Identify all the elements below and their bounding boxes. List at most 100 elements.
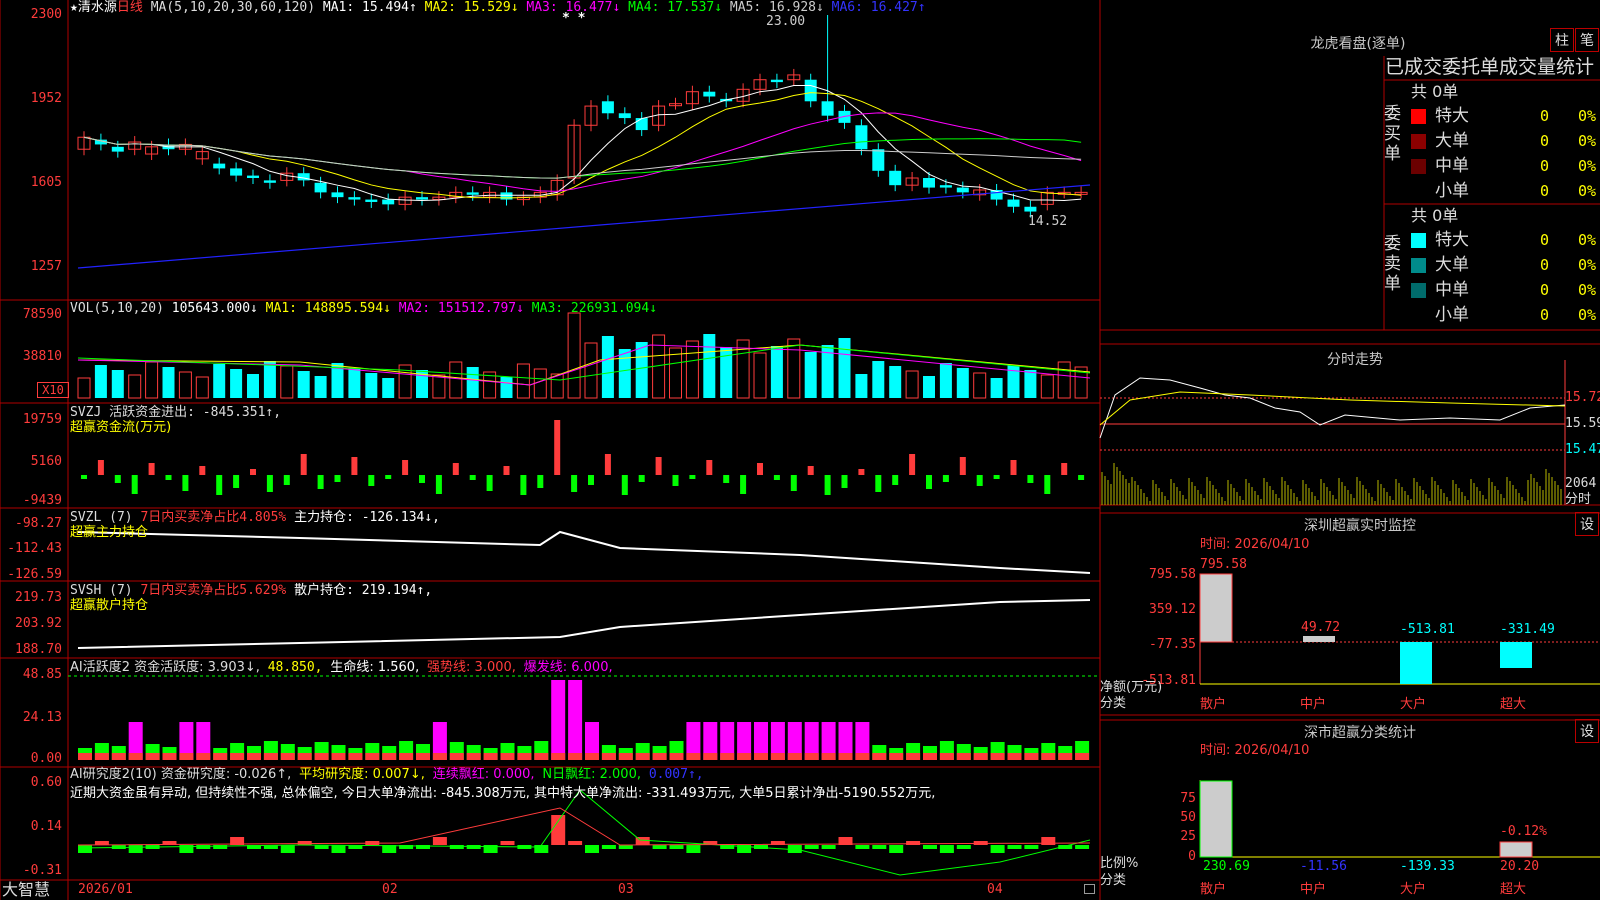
ai-act-header: AI活跃度2 资金活跃度: 3.903↓, 48.850, 生命线: 1.560…: [70, 661, 613, 675]
vol-bar: [466, 367, 479, 398]
buy-swatch-3: [1411, 184, 1426, 199]
candle-down: [601, 101, 614, 114]
fenshi-tick-0: 15.72: [1565, 390, 1600, 405]
vol-unit[interactable]: X10: [37, 382, 69, 398]
lock-icon[interactable]: [1084, 884, 1095, 894]
ai-res-bar: [1007, 845, 1022, 849]
candle-down: [923, 177, 935, 188]
sz-monitor-bar-2: [1400, 642, 1432, 684]
svzj-bar: [402, 460, 409, 475]
svzj-sub: 超赢资金流(万元): [70, 420, 172, 435]
vol-bar: [584, 342, 598, 399]
ai-res-bar: [280, 845, 295, 853]
sz-stats-val-3: 20.20: [1500, 859, 1540, 874]
fenshi-vol-label: 分时: [1565, 492, 1592, 507]
order-mode-button[interactable]: 笔: [1575, 28, 1599, 52]
ai-act-base: [145, 753, 160, 760]
kline-chart[interactable]: [0, 0, 1600, 900]
ai-act-base: [770, 753, 785, 760]
vol-bar: [382, 378, 395, 398]
vol-tick-0: 78590: [22, 307, 62, 322]
svzl-label-b: 7日内买卖净占比4.805%: [140, 510, 287, 525]
svzl-label-c: 主力持仓: -126.134↓,: [294, 510, 440, 525]
bar-mode-button[interactable]: 柱: [1550, 28, 1574, 52]
sell-row-value-3: 0: [1540, 306, 1550, 324]
period-label: 日线: [116, 0, 143, 15]
sz-stats-tick-0: 75: [1180, 791, 1196, 806]
sz-stats-val-2: -139.33: [1400, 859, 1455, 874]
sell-count: 共 0单: [1411, 206, 1459, 225]
ai-res-bar: [990, 845, 1005, 853]
high-marker: 23.00: [766, 14, 806, 29]
svzj-bar: [469, 475, 476, 480]
svzj-bar: [368, 475, 375, 486]
ai-act-base: [973, 753, 988, 760]
ai-act-base: [399, 753, 414, 760]
svzj-bar: [926, 475, 932, 489]
candle-down: [365, 199, 378, 202]
ai-res-header: AI研究度2(10) 资金研究度: -0.026↑, 平均研究度: 0.007↓…: [70, 768, 704, 782]
sz-monitor-val-3: -331.49: [1500, 622, 1555, 637]
stock-name: 清水源: [77, 0, 117, 15]
svsh-tick-0: 219.73: [15, 590, 62, 605]
ai-act-base: [365, 753, 380, 760]
ai-res-label-a: AI研究度2(10) 资金研究度: -0.026↑,: [70, 767, 292, 782]
ai-res-bar: [618, 845, 633, 849]
ai-act-base: [432, 753, 447, 760]
ai-res-bar: [196, 845, 211, 849]
vol-bar: [923, 376, 935, 398]
date-tick-2: 03: [618, 882, 634, 897]
ai-act-base: [821, 753, 836, 760]
ai-res-bar: [686, 845, 701, 853]
vol-bar: [314, 376, 327, 398]
candle-down: [1007, 199, 1020, 207]
sz-stats-cat-3: 超大: [1500, 882, 1527, 897]
buy-row-value-2: 0: [1540, 157, 1550, 175]
price-tick-0: 2300: [30, 7, 62, 22]
vol-bar: [567, 312, 581, 399]
sz-stats-xlabel: 分类: [1100, 873, 1127, 888]
vol-ma1: MA1: 148895.594↓: [265, 301, 391, 316]
svsh-line: [77, 599, 1091, 649]
candle-down: [500, 192, 513, 200]
ai-res-bar: [601, 845, 616, 849]
ai-res-bar: [449, 845, 464, 849]
ai-res-tick-2: -0.31: [22, 863, 62, 878]
price-tick-2: 1605: [30, 175, 62, 190]
date-tick-0: 2026/01: [78, 882, 133, 897]
ai-res-bar: [939, 845, 954, 853]
ai-act-base: [230, 753, 245, 760]
svzj-bar: [131, 475, 138, 494]
sz-monitor-settings-button[interactable]: 设: [1575, 512, 1599, 536]
buy-row-name-2: 中单: [1435, 156, 1469, 176]
ai-act-base: [939, 753, 954, 760]
candle-down: [111, 146, 124, 152]
buy-row-name-0: 特大: [1435, 106, 1469, 126]
ai-act-tick-1: 24.13: [22, 710, 62, 725]
ma5-value: MA5: 16.928↓: [729, 0, 824, 15]
candle-down: [956, 187, 969, 193]
ai-res-bar: [78, 845, 92, 853]
candle-down: [872, 149, 885, 171]
svzj-bar: [250, 469, 256, 475]
ai-res-line-2: [77, 807, 1091, 846]
svzj-bar: [976, 475, 983, 486]
vol-bar: [178, 371, 192, 399]
candle-down: [804, 79, 817, 102]
sz-monitor-val-2: -513.81: [1400, 622, 1455, 637]
svzj-bar: [1061, 463, 1068, 475]
svzj-bar: [334, 475, 341, 482]
ai-act-base: [872, 753, 887, 760]
vol-ma3: [77, 344, 1091, 381]
sz-stats-tick-3: 0: [1188, 849, 1196, 864]
ai-res-bar: [956, 845, 971, 849]
sz-stats-settings-button[interactable]: 设: [1575, 719, 1599, 743]
ai-act-label-a: AI活跃度2 资金活跃度: 3.903↓,: [70, 660, 260, 675]
ai-act-base: [382, 753, 397, 760]
candle-down: [1024, 206, 1037, 212]
ai-res-bar: [821, 845, 836, 849]
svzj-bar: [452, 463, 459, 475]
buy-row-pct-2: 0%: [1578, 157, 1597, 175]
ai-act-base: [669, 753, 684, 760]
vol-bar: [855, 374, 868, 398]
